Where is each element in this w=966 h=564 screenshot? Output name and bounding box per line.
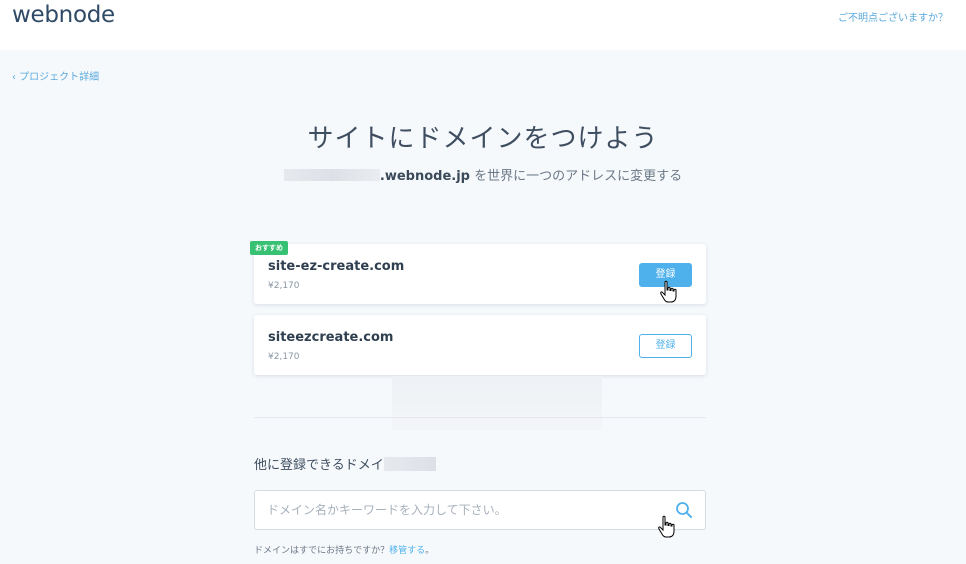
recommended-badge: おすすめ [250, 241, 288, 255]
suggested-domain-name: site-ez-create.com [268, 259, 405, 274]
domain-suggestion-card: siteezcreate.com ¥2,170 登録 [254, 315, 706, 375]
suggested-domain-price: ¥2,170 [268, 352, 300, 362]
top-bar: webnode ご不明点ございますか？ [0, 0, 966, 50]
domain-suggestion-card: site-ez-create.com ¥2,170 登録 [254, 244, 706, 304]
transfer-note: ドメインはすでにお持ちですか？移管する。 [254, 543, 434, 556]
hand-pointer-icon [658, 515, 675, 538]
transfer-link[interactable]: 移管する [389, 546, 425, 556]
other-domains-label: 他に登録できるドメイ [254, 454, 436, 473]
redacted-label-end [383, 457, 436, 471]
register-button[interactable]: 登録 [639, 334, 692, 358]
suggested-domain-price: ¥2,170 [268, 281, 300, 291]
hand-pointer-icon [660, 280, 677, 303]
subtitle-text: を世界に一つのアドレスに変更する [469, 169, 683, 184]
current-domain-suffix: .webnode.jp [379, 169, 470, 184]
section-divider [254, 417, 706, 418]
page-subtitle: .webnode.jp を世界に一つのアドレスに変更する [0, 165, 966, 184]
help-link[interactable]: ご不明点ございますか？ [838, 9, 948, 24]
domain-search-box[interactable] [254, 490, 706, 530]
webnode-logo[interactable]: webnode [12, 2, 115, 28]
redacted-subdomain [283, 169, 380, 181]
domain-search-input[interactable] [255, 491, 679, 529]
transfer-note-text: ドメインはすでにお持ちですか？ [254, 546, 390, 556]
redacted-area [392, 376, 602, 430]
other-domains-label-text: 他に登録できるドメイ [254, 458, 384, 473]
page-title: サイトにドメインをつけよう [307, 124, 659, 154]
back-to-project-details-link[interactable]: ‹ プロジェクト詳細 [12, 68, 99, 83]
transfer-note-end: 。 [425, 546, 435, 556]
suggested-domain-name: siteezcreate.com [268, 330, 394, 345]
